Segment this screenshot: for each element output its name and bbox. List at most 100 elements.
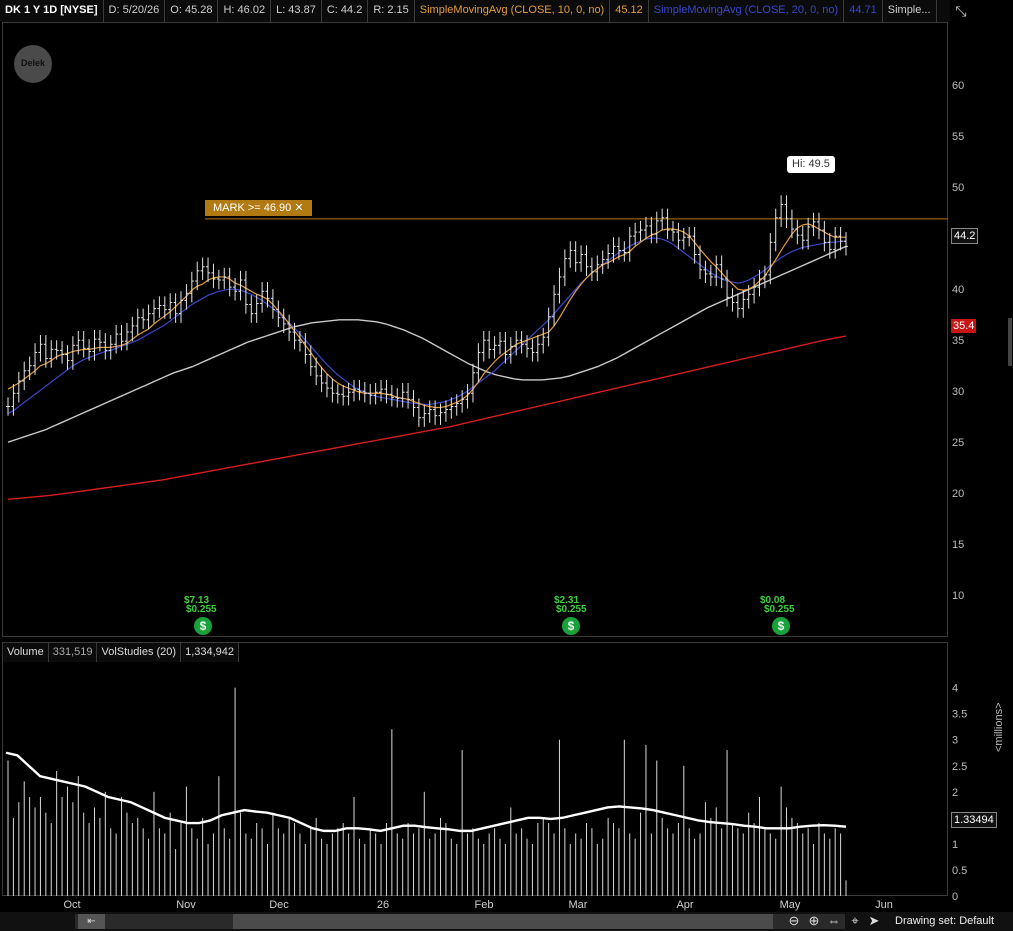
price-tick-label: 60 [952,80,964,92]
ohlc-bar [206,257,211,283]
ohlc-bar [341,385,346,406]
chart-canvas: 6055504540353025201510 OctNovDec26FebMar… [5,80,967,911]
high-annotation: Hi: 49.5 [787,156,835,173]
ohlc-bar [768,233,773,285]
ohlc-bar [530,339,535,362]
ohlc-bar [844,232,848,256]
ohlc-bar [589,257,594,282]
volume-bars [7,687,847,896]
ohlc-bar [692,226,697,264]
ohlc-bar [227,267,232,297]
ohlc-bar [487,331,492,359]
price-tick-label: 55 [952,131,964,143]
volume-tick-label: 1 [952,839,958,851]
sma50-line [7,245,847,443]
ohlc-bar [476,343,481,383]
ohlc-bar [216,269,221,290]
ohlc-bar [124,322,129,351]
ohlc-bar [806,217,811,250]
ohlc-bar [324,373,329,398]
ohlc-bar [552,285,557,326]
ohlc-bar [141,308,146,329]
ohlc-bar [481,331,486,362]
event-dividend: $0.255 [764,604,795,615]
ohlc-bar [211,263,216,289]
ohlc-bar [573,241,578,272]
pan-icon[interactable]: ⇔ [826,913,842,929]
ohlc-bar [627,226,632,262]
price-tick-label: 40 [952,284,964,296]
ohlc-bar [49,340,54,368]
ohlc-bar [189,271,194,303]
dividend-icon[interactable]: $ [194,617,212,635]
ohlc-bar [535,335,540,362]
ohlc-bar [703,260,708,284]
time-tick-label: Jun [875,899,893,911]
ohlc-bar [422,404,427,427]
scroll-left-button[interactable]: ⇤ [78,914,105,929]
ohlc-bar [146,304,151,329]
ohlc-bar [508,337,513,364]
ohlc-bar [497,332,502,355]
time-tick-label: 26 [377,899,389,911]
volume-tick-label: 4 [952,683,958,695]
vertical-scroll-handle[interactable] [1008,318,1012,366]
ohlc-bar [741,290,746,318]
ohlc-bar [784,195,789,228]
volume-tick-label: 0.5 [952,865,967,877]
ohlc-bar [103,333,108,360]
ohlc-bar [151,299,156,323]
volstudies-label[interactable]: VolStudies (20) [97,643,182,662]
ohlc-bar [795,219,800,245]
ohlc-bar [735,293,740,318]
ohlc-bar [730,288,735,312]
ohlc-bar [54,340,59,360]
drawing-set-label[interactable]: Drawing set: Default [895,915,994,927]
ohlc-bar [449,397,454,419]
last-price-badge: 44.2 [951,228,979,244]
ohlc-bar [725,269,730,307]
ohlc-bar [135,308,140,336]
ohlc-bar [157,296,162,318]
time-tick-label: Apr [676,899,693,911]
time-tick-label: Oct [63,899,80,911]
sma200-line [7,335,847,501]
price-axis: 6055504540353025201510 [952,80,964,602]
ohlc-bar [606,244,611,269]
time-tick-label: Nov [176,899,196,911]
scrollbar-thumb[interactable] [233,914,773,929]
zoom-in-icon[interactable]: ⊕ [806,913,822,929]
volume-average-line [5,751,847,833]
ohlc-bar [81,331,86,358]
ohlc-bar [562,249,567,287]
price-tick-label: 20 [952,488,964,500]
dividend-icon[interactable]: $ [562,617,580,635]
price-tick-label: 50 [952,182,964,194]
ohlc-bar [600,250,605,274]
price-tick-label: 10 [952,590,964,602]
price-tick-label: 15 [952,539,964,551]
pointer-icon[interactable]: ➤ [866,913,882,929]
volume-label[interactable]: Volume [3,643,49,662]
sma10-path [7,223,846,409]
volume-tick-label: 3 [952,735,958,747]
ohlc-bar [752,277,757,304]
ohlc-bar [568,241,573,268]
dividend-icon[interactable]: $ [772,617,790,635]
ohlc-bar [638,220,643,242]
ohlc-bar [779,195,784,227]
ohlc-bar [297,331,302,352]
sma50-path [7,245,847,443]
ohlc-bar [584,245,589,276]
ohlc-bar [249,295,254,323]
close-icon[interactable]: ✕ [294,202,303,214]
ohlc-bar [773,208,778,252]
ohlc-bar [557,267,562,304]
time-tick-label: Feb [475,899,494,911]
ohlc-bar [319,366,324,393]
mark-alert-tag[interactable]: MARK >= 46.90 ✕ [205,200,312,216]
zoom-out-icon[interactable]: ⊖ [786,913,802,929]
ohlc-bar [346,383,351,406]
volstudies-value: 1,334,942 [181,643,240,662]
crosshair-icon[interactable]: ⌖ [847,913,863,929]
